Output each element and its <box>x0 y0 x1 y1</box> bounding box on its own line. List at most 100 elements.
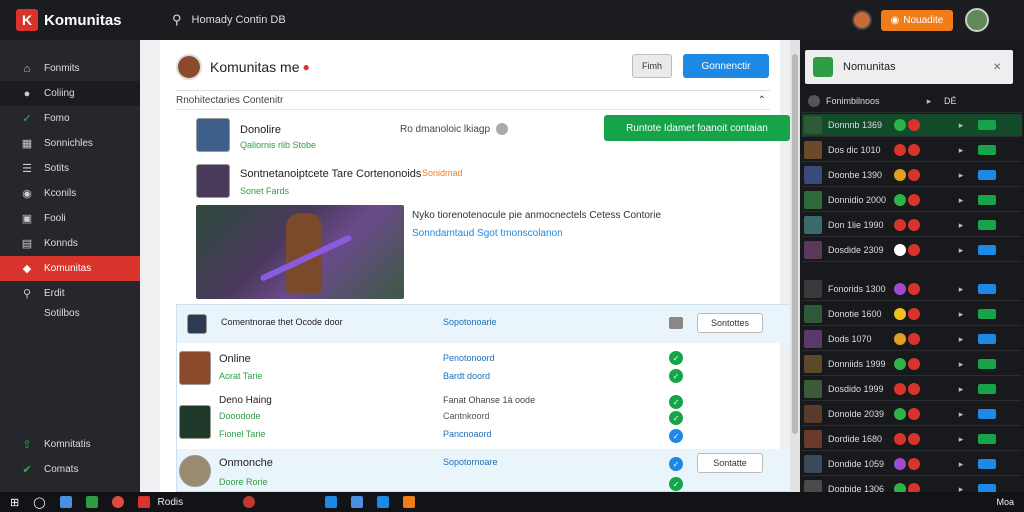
item-col3: Pancnoaord <box>443 429 492 439</box>
flag-icon <box>669 317 683 329</box>
reaction-icon <box>894 358 906 370</box>
search-icon[interactable]: ⚲ <box>172 12 182 28</box>
section-header[interactable]: Rnohitectaries Contenitr ⌃ <box>176 90 770 110</box>
panel-list-item[interactable]: Dondide 1059 ▸ <box>802 453 1022 476</box>
row-name: Dondide 1059 <box>828 459 885 469</box>
row-name: Donolire <box>240 124 281 136</box>
dot-icon <box>808 95 820 107</box>
sidebar-item-label: Komnitatis <box>44 439 91 450</box>
post-image[interactable] <box>196 205 404 299</box>
panel-list-item[interactable]: Donniids 1999 ▸ <box>802 353 1022 376</box>
panel-list-item[interactable]: Doonbe 1390 ▸ <box>802 164 1022 187</box>
notify-button[interactable]: ◉ Nouadite <box>880 9 954 31</box>
panel-header-row[interactable]: Fonimbilnoos ▸ DÉ <box>802 90 1022 113</box>
list-icon: ☰ <box>22 163 32 175</box>
row-name: Donolde 2039 <box>828 409 885 419</box>
sidebar-item-label: Fomo <box>44 113 70 124</box>
sidebar-item-erdit[interactable]: ⚲ Erdit <box>0 281 140 306</box>
item-sub: Dooodode <box>219 411 261 421</box>
panel-list-item[interactable]: Donotie 1600 ▸ <box>802 303 1022 326</box>
panel-list-item[interactable]: Dosdide 2309 ▸ <box>802 239 1022 262</box>
mail-icon[interactable] <box>351 496 364 508</box>
komunitas-app-icon[interactable] <box>137 496 150 508</box>
sidebar-item-label: Konnds <box>44 238 78 249</box>
reaction-icon <box>894 433 906 445</box>
sidebar-item-home[interactable]: ⌂ Fonmits <box>0 56 140 81</box>
panel-header[interactable]: Nomunitas ✕ <box>805 50 1013 84</box>
item-button[interactable]: Sontatte <box>697 453 763 473</box>
store-icon[interactable] <box>325 496 338 508</box>
item-sub: Aorat Tarie <box>219 371 263 381</box>
search-input[interactable]: Homady Contin DB <box>192 14 852 26</box>
sidebar-item-coliing[interactable]: ● Coliing <box>0 81 140 106</box>
panel-list-item[interactable]: Dordide 1680 ▸ <box>802 428 1022 451</box>
scroll-thumb[interactable] <box>792 54 798 434</box>
location-icon: ◉ <box>22 188 32 200</box>
panel-list-item[interactable]: Dos dic 1010 ▸ <box>802 139 1022 162</box>
collapse-icon[interactable]: ✕ <box>993 62 1001 73</box>
item-button[interactable]: Sontottes <box>697 313 763 333</box>
controller-icon: ● <box>23 87 31 100</box>
badge-icon <box>978 334 996 344</box>
profile-avatar[interactable] <box>851 10 872 30</box>
sidebar-item-kconils[interactable]: ◉ Kconils <box>0 181 140 206</box>
reaction-icon <box>894 119 906 131</box>
sidebar-item-komunitas[interactable]: ◆ Komunitas <box>0 256 140 281</box>
windows-icon[interactable]: ⊞ <box>10 496 19 509</box>
game-thumb <box>804 116 822 134</box>
panel-list-item[interactable]: Dods 1070 ▸ <box>802 328 1022 351</box>
game-icon[interactable] <box>243 496 256 508</box>
list-item[interactable]: Online Aorat Tarie Penotonoord Bardt doo… <box>177 343 791 391</box>
item-icon <box>179 455 211 487</box>
logo-icon[interactable]: K <box>16 9 38 31</box>
status-icon <box>908 383 920 395</box>
panel-list-item[interactable]: Don 1lie 1990 ▸ <box>802 214 1022 237</box>
item-sub: Doore Rorie <box>219 477 268 487</box>
media-icon[interactable] <box>403 496 416 508</box>
search-circle-icon[interactable]: ◯ <box>33 496 45 509</box>
sidebar-item-sotits[interactable]: ☰ Sotits <box>0 156 140 181</box>
brand-name[interactable]: Komunitas <box>44 12 144 29</box>
panel-list-item[interactable]: Fonorids 1300 ▸ <box>802 278 1022 301</box>
sidebar-item-sotilbos[interactable]: Sotilbos <box>0 306 140 320</box>
chevron-up-icon[interactable]: ⌃ <box>758 95 766 106</box>
sidebar-item-sonnichles[interactable]: ▦ Sonnichles <box>0 131 140 156</box>
page-header: Komunitas me ● <box>176 54 310 80</box>
panel-list-item[interactable]: Donnidio 2000 ▸ <box>802 189 1022 212</box>
app-icon[interactable] <box>85 496 98 508</box>
sidebar-item-comats[interactable]: ✔ Comats <box>0 457 140 482</box>
clock[interactable]: Moa <box>996 497 1014 507</box>
sidebar-item-label: Fonmits <box>44 63 80 74</box>
panel-list-item[interactable]: Donolde 2039 ▸ <box>802 403 1022 426</box>
sidebar-item-fomo[interactable]: ✓ Fomo <box>0 106 140 131</box>
connect-button[interactable]: Gonnenctir <box>683 54 769 78</box>
browser-icon[interactable] <box>111 496 124 508</box>
sidebar-item-konnds[interactable]: ▤ Konnds <box>0 231 140 256</box>
taskview-icon[interactable] <box>59 496 72 508</box>
main-scrollbar[interactable] <box>790 40 800 492</box>
panel-list-item[interactable]: Dosdido 1999 ▸ <box>802 378 1022 401</box>
chevron-right-icon: ▸ <box>958 144 964 155</box>
list-item[interactable]: Comentnorae thet Ocode door Sopotonoarie… <box>177 305 791 343</box>
status-icon <box>908 283 920 295</box>
sidebar-item-fooli[interactable]: ▣ Fooli <box>0 206 140 231</box>
list-item[interactable]: Deno Haing Dooodode Fionel Tarie Fanat O… <box>177 391 791 449</box>
status-badge: ✓ <box>669 369 683 383</box>
photos-icon[interactable] <box>377 496 390 508</box>
reaction-icon <box>894 169 906 181</box>
sidebar-item-komnitatis[interactable]: ⇧ Komnitatis <box>0 432 140 457</box>
right-panel: Nomunitas ✕ Fonimbilnoos ▸ DÉ Donnnb 136… <box>800 40 1024 501</box>
list-item[interactable]: Onmonche Doore Rorie Sopotornoare ✓ ✓ So… <box>177 449 791 491</box>
join-button[interactable]: Runtote Idamet foanoit contaian <box>604 115 790 141</box>
post-link[interactable]: Sonndamtaud Sgot tmonscolanon <box>412 228 563 239</box>
taskbar-app-label[interactable]: Rodis <box>158 497 184 508</box>
status-icon <box>908 358 920 370</box>
post-description: Nyko tiorenotenocule pie anmocnectels Ce… <box>412 210 662 221</box>
chevron-right-icon: ▸ <box>958 283 964 294</box>
user-avatar[interactable] <box>965 8 990 32</box>
panel-list-item[interactable]: Donnnb 1369 ▸ <box>802 114 1022 137</box>
status-icon <box>908 433 920 445</box>
chevron-right-icon: ▸ <box>958 219 964 230</box>
chevron-right-icon: ▸ <box>958 244 964 255</box>
find-button[interactable]: Fimh <box>632 54 672 78</box>
